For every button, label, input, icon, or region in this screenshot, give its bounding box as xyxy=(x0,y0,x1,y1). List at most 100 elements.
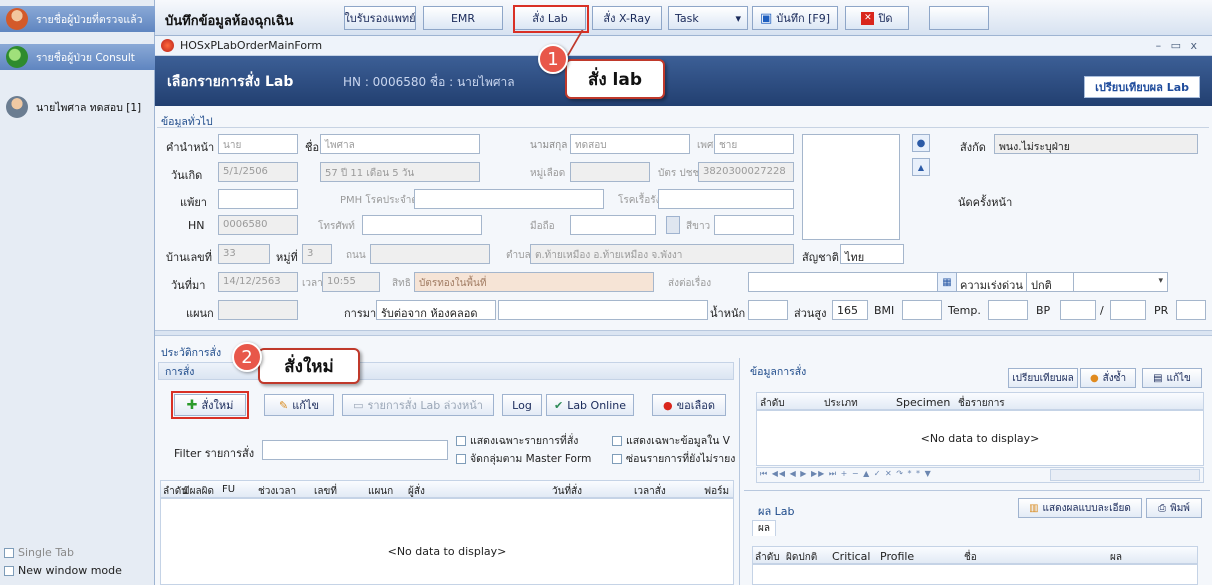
sidebar-item-label: นายไพศาล ทดสอบ [1] xyxy=(36,101,142,114)
window-controls[interactable]: – ▭ x xyxy=(1156,39,1200,52)
height-value: 165 xyxy=(837,304,858,317)
show-ordered-checkbox[interactable]: แสดงเฉพาะรายการที่สั่ง xyxy=(456,432,578,449)
sex-value: ชาย xyxy=(719,140,738,151)
visit-date-field[interactable]: 14/12/2563 xyxy=(218,272,298,292)
tambon-value: ต.ท้ายเหมือง อ.ท้ายเหมือง จ.พังงา xyxy=(535,250,683,261)
photo-edit-icon[interactable]: ▲ xyxy=(912,158,930,176)
emr-button[interactable]: EMR xyxy=(423,6,503,30)
col-fu: FU xyxy=(222,484,236,495)
col-seq: ลำดับ xyxy=(760,398,785,409)
nation-value: ไทย xyxy=(845,251,865,264)
dob-field[interactable]: 5/1/2506 xyxy=(218,162,298,182)
edit-order-button[interactable]: ✎ แก้ไข xyxy=(264,394,334,416)
order-xray-button[interactable]: สั่ง X-Ray xyxy=(592,6,662,30)
task-dropdown[interactable]: Task ▾ xyxy=(668,6,748,30)
doctor-avatar-icon xyxy=(6,8,28,30)
bmi-field[interactable] xyxy=(902,300,942,320)
sidebar-item-examined[interactable]: รายชื่อผู้ป่วยที่ตรวจแล้ว xyxy=(0,6,155,32)
col-orderer: ผู้สั่ง xyxy=(408,486,425,497)
add-patient-icon xyxy=(6,46,28,68)
col-item-name: ชื่อรายการ xyxy=(958,398,1005,409)
blank-toolbar-button[interactable] xyxy=(929,6,989,30)
save-disk-icon: ▣ xyxy=(759,10,773,26)
order-edit-label: แก้ไข xyxy=(1166,372,1191,384)
print-button[interactable]: ⎙ พิมพ์ xyxy=(1146,498,1202,518)
horizontal-scrollbar[interactable] xyxy=(1050,469,1200,481)
result-grid-body[interactable] xyxy=(752,564,1198,585)
fname-field[interactable]: ไพศาล xyxy=(320,134,480,154)
pmh-field[interactable] xyxy=(414,189,604,209)
checkbox-box xyxy=(456,453,466,464)
moo-label: หมู่ที่ xyxy=(276,251,298,264)
group-master-checkbox[interactable]: จัดกลุ่มตาม Master Form xyxy=(456,450,591,467)
request-blood-button[interactable]: ● ขอเลือด xyxy=(652,394,726,416)
hide-unreported-checkbox[interactable]: ซ่อนรายการที่ยังไม่รายง xyxy=(612,450,736,467)
disease-field[interactable] xyxy=(658,189,794,209)
weight-field[interactable] xyxy=(748,300,788,320)
tambon-label: ตำบล xyxy=(506,250,531,261)
compare-result-button[interactable]: เปรียบเทียบผล xyxy=(1008,368,1078,388)
bp-dia-field[interactable] xyxy=(1110,300,1146,320)
sidebar-item-patient[interactable]: นายไพศาล ทดสอบ [1] xyxy=(0,94,155,120)
lab-online-button[interactable]: ✔ Lab Online xyxy=(546,394,634,416)
temp-field[interactable] xyxy=(988,300,1028,320)
trans-detail-field[interactable] xyxy=(498,300,708,320)
phone-book-icon[interactable] xyxy=(666,216,680,234)
history-nodata: <No data to display> xyxy=(387,545,507,558)
detail-result-label: แสดงผลแบบละเอียด xyxy=(1042,502,1131,514)
sex-label: เพศ xyxy=(697,140,714,151)
lab-online-icon: ✔ xyxy=(553,398,564,412)
single-tab-checkbox[interactable]: Single Tab xyxy=(4,546,74,559)
phone-field[interactable] xyxy=(362,215,482,235)
col-form: ฟอร์ม xyxy=(704,486,730,497)
lname-field[interactable]: ทดสอบ xyxy=(570,134,690,154)
filter-input[interactable] xyxy=(262,440,448,460)
preorder-button[interactable]: ▭ รายการสั่ง Lab ล่วงหน้า xyxy=(342,394,494,416)
trans-field[interactable]: รับต่อจาก ห้องคลอด xyxy=(376,300,496,320)
bp-separator: / xyxy=(1100,304,1104,317)
nation-field[interactable]: ไทย xyxy=(840,244,904,264)
compare-lab-button[interactable]: เปรียบเทียบผล Lab xyxy=(1084,76,1200,98)
photo-camera-icon[interactable]: ● xyxy=(912,134,930,152)
refer-button[interactable]: ใบรับรองแพทย์ xyxy=(344,6,416,30)
house-value: 33 xyxy=(223,248,236,259)
vertical-splitter[interactable] xyxy=(739,358,740,585)
diag-dropdown[interactable]: ▾ xyxy=(748,272,1168,292)
navigator-controls[interactable]: ⏮ ◀◀ ◀ ▶ ▶▶ ⏭ + − ▲ ✓ ✕ ↷ * * ▼ xyxy=(760,469,932,479)
urgency-field[interactable]: ปกติ xyxy=(1026,272,1074,292)
order-edit-button[interactable]: ▤ แก้ไข xyxy=(1142,368,1202,388)
form-title: บันทึกข้อมูลห้องฉุกเฉิน xyxy=(165,14,294,29)
new-window-label: New window mode xyxy=(18,564,122,577)
bp-sys-field[interactable] xyxy=(1060,300,1096,320)
tab-result[interactable]: ผล xyxy=(752,520,776,536)
fname-value: ไพศาล xyxy=(325,140,355,151)
allergy-field[interactable] xyxy=(218,189,298,209)
pr-field[interactable] xyxy=(1176,300,1206,320)
save-button[interactable]: ▣ บันทึก [F9] xyxy=(752,6,838,30)
prefix-field[interactable]: นาย xyxy=(218,134,298,154)
detail-result-button[interactable]: ▥ แสดงผลแบบละเอียด xyxy=(1018,498,1142,518)
sidebar-item-consult[interactable]: รายชื่อผู้ป่วย Consult xyxy=(0,44,155,70)
dept-field xyxy=(218,300,298,320)
col-order-time: เวลาสั่ง xyxy=(634,486,666,497)
pmh-label: PMH โรคประจำตัว xyxy=(340,195,424,206)
history-grid-body[interactable] xyxy=(160,498,734,585)
reorder-button[interactable]: ● สั่งซ้ำ xyxy=(1080,368,1136,388)
print-label: พิมพ์ xyxy=(1170,502,1190,514)
col-critical: Critical xyxy=(832,550,871,563)
ew-field[interactable] xyxy=(714,215,794,235)
sex-field[interactable]: ชาย xyxy=(714,134,794,154)
close-button[interactable]: ✕ ปิด xyxy=(845,6,909,30)
show-visit-checkbox[interactable]: แสดงเฉพาะข้อมูลใน V xyxy=(612,432,736,449)
affil-value: พนง.ไม่ระบุฝ่าย xyxy=(999,141,1070,153)
callout-new-order: สั่งใหม่ xyxy=(258,348,360,384)
visit-time-field[interactable]: 10:55 xyxy=(322,272,380,292)
calendar-icon[interactable]: ▦ xyxy=(937,272,957,292)
mobile-field[interactable] xyxy=(570,215,656,235)
new-window-checkbox[interactable]: New window mode xyxy=(4,564,122,577)
filter-label: Filter รายการสั่ง xyxy=(174,447,255,460)
dob-value: 5/1/2506 xyxy=(223,166,268,177)
log-button[interactable]: Log xyxy=(502,394,542,416)
moo-field: 3 xyxy=(302,244,332,264)
height-field[interactable]: 165 xyxy=(832,300,868,320)
